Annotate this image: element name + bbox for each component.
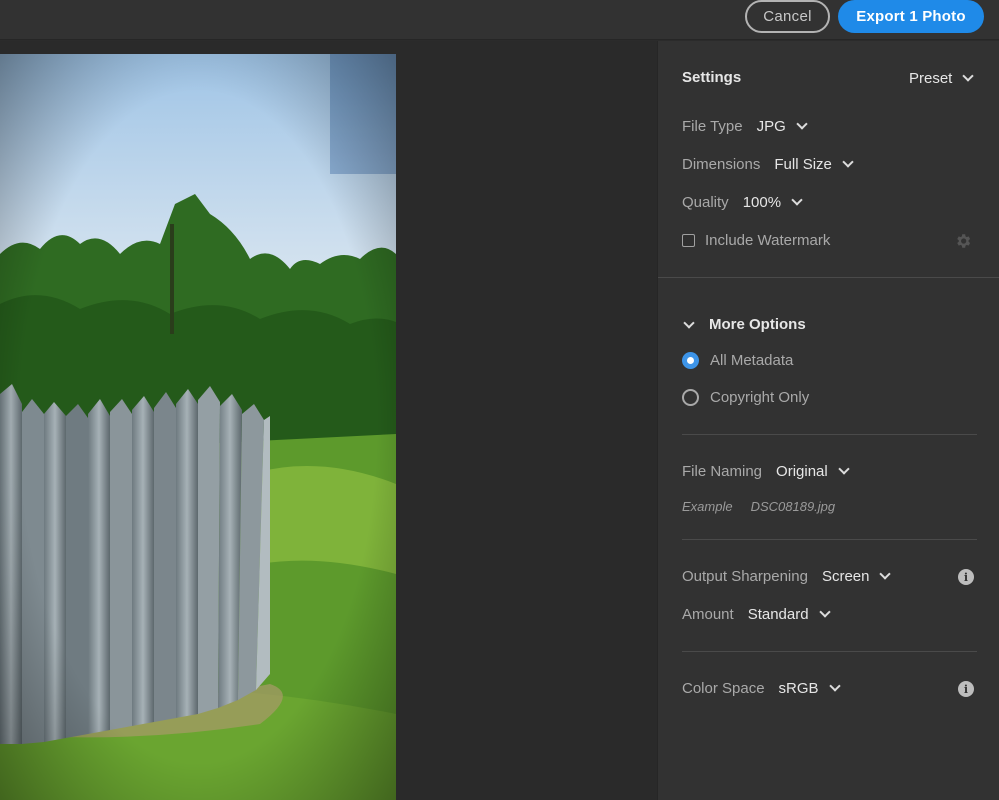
quality-value: 100% (742, 194, 782, 211)
watermark-label: Include Watermark (705, 232, 831, 249)
watermark-row[interactable]: Include Watermark (682, 232, 830, 249)
chevron-down-icon (828, 680, 841, 692)
dimensions-dropdown[interactable]: Full Size (774, 156, 854, 173)
gear-icon[interactable] (954, 232, 972, 250)
cancel-button[interactable]: Cancel (745, 0, 830, 33)
top-bar: Cancel Export 1 Photo (0, 0, 999, 40)
chevron-down-icon (683, 316, 695, 329)
color-space-label: Color Space (682, 680, 765, 697)
dimensions-value: Full Size (774, 156, 832, 173)
file-type-row: File Type JPG (682, 118, 808, 135)
chevron-down-icon (842, 156, 854, 168)
info-icon[interactable]: i (958, 681, 974, 697)
file-naming-label: File Naming (682, 463, 763, 480)
metadata-option-label: All Metadata (710, 352, 794, 369)
export-settings-panel: Settings Preset File Type JPG Dimensions… (657, 41, 999, 800)
quality-dropdown[interactable]: 100% (742, 194, 803, 211)
watermark-checkbox[interactable] (682, 234, 695, 247)
output-sharpening-row: Output Sharpening Screen (682, 568, 892, 585)
info-icon[interactable]: i (958, 569, 974, 585)
metadata-option-all[interactable]: All Metadata (682, 352, 793, 369)
amount-dropdown[interactable]: Standard (747, 606, 831, 623)
preview-canvas (0, 41, 657, 800)
quality-row: Quality 100% (682, 194, 803, 211)
amount-row: Amount Standard (682, 606, 831, 623)
radio-selected-icon[interactable] (682, 352, 699, 369)
chevron-down-icon (962, 70, 975, 82)
section-divider (682, 434, 977, 435)
preset-dropdown[interactable]: Preset (909, 70, 975, 87)
file-naming-example: Example DSC08189.jpg (682, 499, 835, 514)
color-space-row: Color Space sRGB (682, 680, 841, 697)
radio-unselected-icon[interactable] (682, 389, 699, 406)
amount-value: Standard (747, 606, 809, 623)
settings-title: Settings (682, 69, 742, 86)
output-sharpening-value: Screen (821, 568, 870, 585)
example-label: Example (682, 499, 733, 514)
quality-label: Quality (682, 194, 729, 211)
preset-label: Preset (909, 70, 953, 87)
section-divider (658, 277, 999, 278)
output-sharpening-label: Output Sharpening (682, 568, 808, 585)
photo-preview (0, 54, 396, 800)
export-button[interactable]: Export 1 Photo (838, 0, 984, 33)
chevron-down-icon (879, 568, 892, 580)
more-options-toggle[interactable]: More Options (683, 316, 806, 333)
file-type-dropdown[interactable]: JPG (756, 118, 808, 135)
more-options-title: More Options (709, 316, 806, 333)
metadata-option-label: Copyright Only (710, 389, 810, 406)
metadata-option-copyright[interactable]: Copyright Only (682, 389, 809, 406)
section-divider (682, 539, 977, 540)
output-sharpening-dropdown[interactable]: Screen (821, 568, 892, 585)
chevron-down-icon (838, 463, 850, 475)
dimensions-label: Dimensions (682, 156, 761, 173)
chevron-down-icon (818, 606, 831, 618)
section-divider (682, 651, 977, 652)
file-naming-dropdown[interactable]: Original (776, 463, 850, 480)
color-space-dropdown[interactable]: sRGB (778, 680, 841, 697)
file-type-value: JPG (756, 118, 786, 135)
chevron-down-icon (796, 118, 808, 130)
file-naming-value: Original (776, 463, 828, 480)
chevron-down-icon (791, 194, 803, 206)
amount-label: Amount (682, 606, 734, 623)
file-type-label: File Type (682, 118, 743, 135)
dimensions-row: Dimensions Full Size (682, 156, 854, 173)
example-value: DSC08189.jpg (750, 499, 836, 514)
color-space-value: sRGB (778, 680, 819, 697)
file-naming-row: File Naming Original (682, 463, 850, 480)
